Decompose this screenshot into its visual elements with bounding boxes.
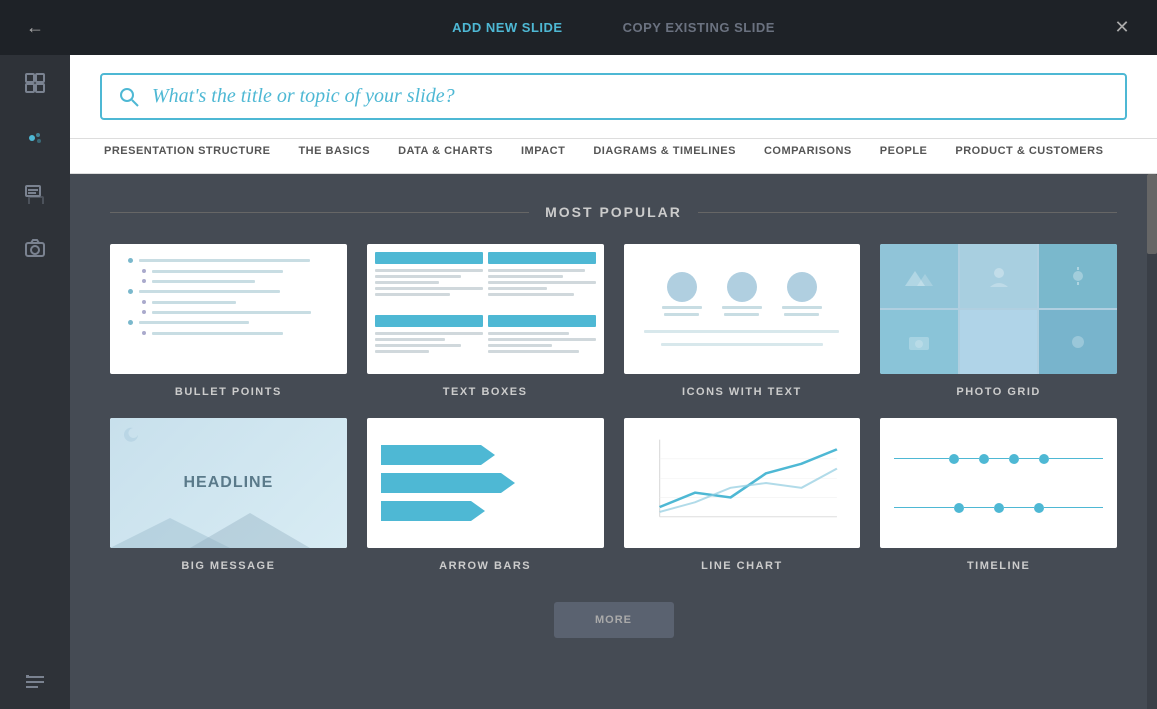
slide-thumb-timeline [880,418,1117,548]
slide-card-arrow-bars[interactable]: ARROW BARS [367,418,604,572]
main-panel: ADD NEW SLIDE COPY EXISTING SLIDE ✕ PRES… [70,0,1157,709]
slide-label-timeline: TIMELINE [967,560,1030,572]
slides-grid: BULLET POINTS [110,244,1117,572]
sidebar-item-grid[interactable] [0,55,70,110]
slide-thumb-big-message: HEADLINE [110,418,347,548]
nav-tab-impact[interactable]: IMPACT [507,139,579,163]
nav-tab-people[interactable]: PEOPLE [866,139,942,163]
category-nav: PRESENTATION STRUCTURE THE BASICS DATA &… [70,139,1157,174]
slide-card-text-boxes[interactable]: TEXT BOXES [367,244,604,398]
camera-icon [24,237,46,259]
slide-card-timeline[interactable]: TIMELINE [880,418,1117,572]
most-popular-heading: MOST POPULAR [110,204,1117,220]
slide-label-bullet-points: BULLET POINTS [175,386,282,398]
slide-label-line-chart: LINE CHART [701,560,783,572]
photo-cell-6 [1039,310,1117,374]
mountain-bg-icon [110,508,310,548]
slide-thumb-photo-grid [880,244,1117,374]
slide-label-text-boxes: TEXT BOXES [443,386,528,398]
sun-icon [1067,265,1089,287]
slide-thumb-line-chart [624,418,861,548]
dots-icon [24,127,46,149]
tab-copy-existing-slide[interactable]: COPY EXISTING SLIDE [593,0,805,55]
slide-label-icons-with-text: ICONS WITH TEXT [682,386,802,398]
slide-card-photo-grid[interactable]: PHOTO GRID [880,244,1117,398]
slide-thumb-bullet-points [110,244,347,374]
nav-tab-data-charts[interactable]: DATA & CHARTS [384,139,507,163]
photo-cell-4 [880,310,958,374]
star-icon [1067,331,1089,353]
camera-thumb-icon [908,333,930,351]
dialog-header: ADD NEW SLIDE COPY EXISTING SLIDE ✕ [70,0,1157,55]
photo-cell-2 [960,244,1038,308]
nav-tab-comparisons[interactable]: COMPARISONS [750,139,866,163]
back-icon[interactable]: ← [26,17,44,38]
search-icon [118,86,140,108]
photo-cell-5 [960,310,1038,374]
mountain-icon [905,266,933,286]
slide-label-big-message: BIG MESSAGE [181,560,275,572]
moon-icon [124,426,142,444]
slide-card-big-message[interactable]: HEADLINE BIG MESSAGE [110,418,347,572]
slide-thumb-text-boxes [367,244,604,374]
slide-thumb-arrow-bars [367,418,604,548]
slides-icon [24,182,46,204]
sidebar-item-slides[interactable] [0,165,70,220]
tab-add-new-slide[interactable]: ADD NEW SLIDE [422,0,593,55]
line-chart-svg [636,430,849,536]
search-box [100,73,1127,120]
slide-thumb-icons-with-text [624,244,861,374]
slide-card-line-chart[interactable]: LINE CHART [624,418,861,572]
load-more-button[interactable]: MORE [554,602,674,638]
nav-tab-diagrams-timelines[interactable]: DIAGRAMS & TIMELINES [579,139,750,163]
slide-label-photo-grid: PHOTO GRID [956,386,1040,398]
list-icon [24,671,46,693]
sidebar-back-button[interactable]: ← [0,0,70,55]
slide-card-bullet-points[interactable]: BULLET POINTS [110,244,347,398]
load-more-label: MORE [595,614,632,626]
nav-tab-the-basics[interactable]: THE BASICS [284,139,384,163]
sidebar-item-camera[interactable] [0,220,70,275]
sidebar: ← [0,0,70,709]
search-input[interactable] [152,85,1109,108]
photo-cell-3 [1039,244,1117,308]
grid-icon [24,72,46,94]
sidebar-item-dots[interactable] [0,110,70,165]
photo-cell-1 [880,244,958,308]
close-button[interactable]: ✕ [1107,13,1137,43]
header-tabs: ADD NEW SLIDE COPY EXISTING SLIDE [120,0,1107,55]
person-icon [988,265,1010,287]
sidebar-item-list[interactable] [0,654,70,709]
slide-card-icons-with-text[interactable]: ICONS WITH TEXT [624,244,861,398]
search-area [70,55,1157,139]
slide-label-arrow-bars: ARROW BARS [439,560,531,572]
big-message-text: HEADLINE [183,474,273,492]
slides-content: MOST POPULAR BULLET PO [70,174,1157,709]
nav-tab-presentation-structure[interactable]: PRESENTATION STRUCTURE [90,139,284,163]
nav-tab-product-customers[interactable]: PRODUCT & CUSTOMERS [941,139,1117,163]
